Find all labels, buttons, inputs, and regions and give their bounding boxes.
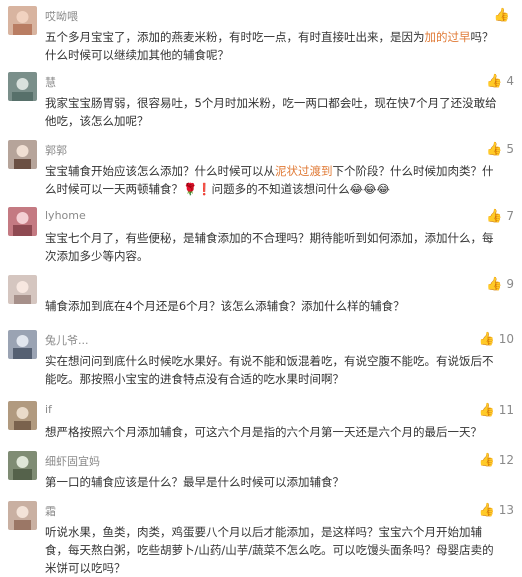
like-count: 11 (498, 403, 514, 417)
like-button[interactable]: 👍 (494, 8, 514, 23)
thumbs-up-icon: 👍 (486, 209, 503, 224)
comment-text: 实在想问问到底什么时候吃水果好。有说不能和饭混着吃，有说空腹不能吃。有说饭后不能… (45, 352, 501, 388)
user-avatar[interactable] (8, 275, 37, 304)
thumbs-up-icon: 👍 (478, 453, 495, 468)
comment-text: 宝宝辅食开始应该怎么添加？什么时候可以从泥状过渡到下个阶段？什么时候加肉类？什么… (45, 162, 501, 198)
text-segment: 五个多月宝宝了，添加的燕麦米粉，有时吃一点，有时直接吐出来，是因为 (45, 30, 425, 44)
comment-list: 哎呦喂 👍 五个多月宝宝了，添加的燕麦米粉，有时吃一点，有时直接吐出来，是因为加… (0, 0, 522, 576)
text-segment: 第一口的辅食应该是什么？最早是什么时候可以添加辅食？ (45, 475, 344, 489)
like-count: 10 (498, 332, 514, 346)
like-button[interactable]: 👍 12 (479, 453, 514, 468)
thumbs-up-icon: 👍 (486, 277, 503, 292)
user-avatar[interactable] (8, 207, 37, 236)
like-button[interactable]: 👍 9 (486, 277, 514, 292)
user-avatar[interactable] (8, 140, 37, 169)
user-avatar[interactable] (8, 6, 37, 35)
user-avatar[interactable] (8, 501, 37, 530)
user-avatar[interactable] (8, 330, 37, 359)
like-count: 4 (506, 74, 514, 88)
like-button[interactable]: 👍 11 (479, 403, 514, 418)
like-count: 9 (506, 277, 514, 291)
text-segment: 辅食添加到底在4个月还是6个月？该怎么添辅食？添加什么样的辅食？ (45, 299, 405, 313)
text-segment: 实在想问问到底什么时候吃水果好。有说不能和饭混着吃，有说空腹不能吃。有说饭后不能… (45, 354, 494, 386)
thumbs-up-icon: 👍 (493, 8, 510, 23)
like-button[interactable]: 👍 5 (486, 142, 514, 157)
thumbs-up-icon: 👍 (486, 74, 503, 89)
comment-text: 我家宝宝肠胃弱，很容易吐，5个月时加米粉，吃一两口都会吐，现在快7个月了还没敢给… (45, 94, 501, 130)
like-count: 7 (506, 209, 514, 223)
like-count: 13 (498, 503, 514, 517)
text-segment: 我家宝宝肠胃弱，很容易吐，5个月时加米粉，吃一两口都会吐，现在快7个月了还没敢给… (45, 96, 497, 128)
comment-text: 宝宝七个月了，有些便秘，是辅食添加的不合理吗？期待能听到如何添加，添加什么，每次… (45, 229, 501, 265)
nickname[interactable]: 霜 (45, 503, 56, 519)
thumbs-up-icon: 👍 (478, 403, 495, 418)
comment-text: 想严格按照六个月添加辅食，可这六个月是指的六个月第一天还是六个月的最后一天？ (45, 423, 501, 441)
thumbs-up-icon: 👍 (478, 503, 495, 518)
like-button[interactable]: 👍 7 (486, 209, 514, 224)
nickname[interactable]: 细虾固宜妈 (45, 453, 100, 469)
user-avatar[interactable] (8, 401, 37, 430)
nickname[interactable]: lyhome (45, 209, 86, 222)
like-count: 12 (498, 453, 514, 467)
thumbs-up-icon: 👍 (478, 332, 495, 347)
nickname[interactable]: if (45, 403, 52, 416)
user-avatar[interactable] (8, 72, 37, 101)
like-count: 5 (506, 142, 514, 156)
thumbs-up-icon: 👍 (486, 142, 503, 157)
text-segment: 宝宝辅食开始应该怎么添加？什么时候可以从 (45, 164, 275, 178)
text-segment: 宝宝七个月了，有些便秘，是辅食添加的不合理吗？期待能听到如何添加，添加什么，每次… (45, 231, 494, 263)
highlighted-text: 加的过早 (424, 30, 471, 44)
nickname[interactable]: 兔儿爷... (45, 332, 89, 348)
comment-text: 听说水果，鱼类，肉类，鸡蛋要八个月以后才能添加，是这样吗？宝宝六个月开始加辅食，… (45, 523, 501, 577)
comment-text: 第一口的辅食应该是什么？最早是什么时候可以添加辅食？ (45, 473, 501, 491)
like-button[interactable]: 👍 10 (479, 332, 514, 347)
user-avatar[interactable] (8, 451, 37, 480)
nickname[interactable]: 慧 (45, 74, 56, 90)
nickname[interactable]: 哎呦喂 (45, 8, 78, 24)
like-button[interactable]: 👍 4 (486, 74, 514, 89)
comment-text: 五个多月宝宝了，添加的燕麦米粉，有时吃一点，有时直接吐出来，是因为加的过早吗？什… (45, 28, 501, 64)
text-segment: 想严格按照六个月添加辅食，可这六个月是指的六个月第一天还是六个月的最后一天？ (45, 425, 482, 439)
comment-text: 辅食添加到底在4个月还是6个月？该怎么添辅食？添加什么样的辅食？ (45, 297, 501, 315)
highlighted-text: 泥状过渡到 (275, 164, 333, 178)
like-button[interactable]: 👍 13 (479, 503, 514, 518)
nickname[interactable]: 郭郭 (45, 142, 67, 158)
text-segment: 听说水果，鱼类，肉类，鸡蛋要八个月以后才能添加，是这样吗？宝宝六个月开始加辅食，… (45, 525, 494, 575)
